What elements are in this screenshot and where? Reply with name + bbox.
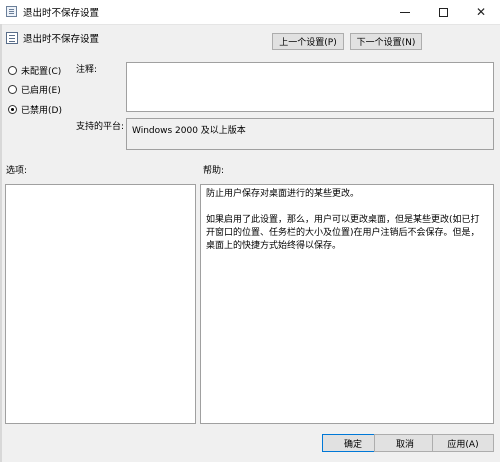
window-title: 退出时不保存设置: [23, 8, 100, 19]
radio-enabled[interactable]: 已启用(E): [8, 83, 61, 96]
radio-not-configured[interactable]: 未配置(C): [8, 64, 61, 77]
note-textarea[interactable]: [126, 62, 494, 112]
radio-label: 未配置(C): [21, 67, 62, 77]
next-setting-button[interactable]: 下一个设置(N): [350, 33, 422, 50]
apply-button[interactable]: 应用(A): [432, 434, 494, 452]
platform-field: Windows 2000 及以上版本: [126, 118, 494, 150]
options-label: 选项:: [6, 166, 28, 176]
radio-button[interactable]: [8, 66, 17, 75]
radio-label: 已启用(E): [21, 86, 61, 96]
radio-label: 已禁用(D): [21, 106, 62, 116]
help-panel: 防止用户保存对桌面进行的某些更改。 如果启用了此设置，那么，用户可以更改桌面，但…: [200, 184, 494, 424]
help-label: 帮助:: [203, 166, 225, 176]
close-button[interactable]: ✕: [462, 0, 500, 24]
radio-button-selected[interactable]: [8, 105, 17, 114]
title-bar: 退出时不保存设置 ✕: [0, 0, 500, 25]
previous-setting-button[interactable]: 上一个设置(P): [272, 33, 344, 50]
radio-button[interactable]: [8, 85, 17, 94]
policy-icon: [6, 6, 17, 17]
close-icon: ✕: [475, 5, 487, 19]
options-panel: [5, 184, 196, 424]
maximize-button[interactable]: [424, 0, 462, 24]
setting-icon: [6, 32, 18, 44]
setting-title: 退出时不保存设置: [23, 34, 100, 45]
platform-label: 支持的平台:: [76, 122, 125, 132]
help-paragraph: 如果启用了此设置，那么，用户可以更改桌面，但是某些更改(如已打开窗口的位置、任务…: [206, 215, 480, 251]
minimize-button[interactable]: [386, 0, 424, 24]
note-label: 注释:: [76, 65, 98, 75]
cancel-button[interactable]: 取消: [374, 434, 436, 452]
help-paragraph: 防止用户保存对桌面进行的某些更改。: [206, 189, 360, 199]
radio-disabled[interactable]: 已禁用(D): [8, 103, 62, 116]
minimize-icon: [400, 11, 410, 13]
maximize-icon: [438, 7, 448, 17]
window-edge: [0, 24, 2, 462]
